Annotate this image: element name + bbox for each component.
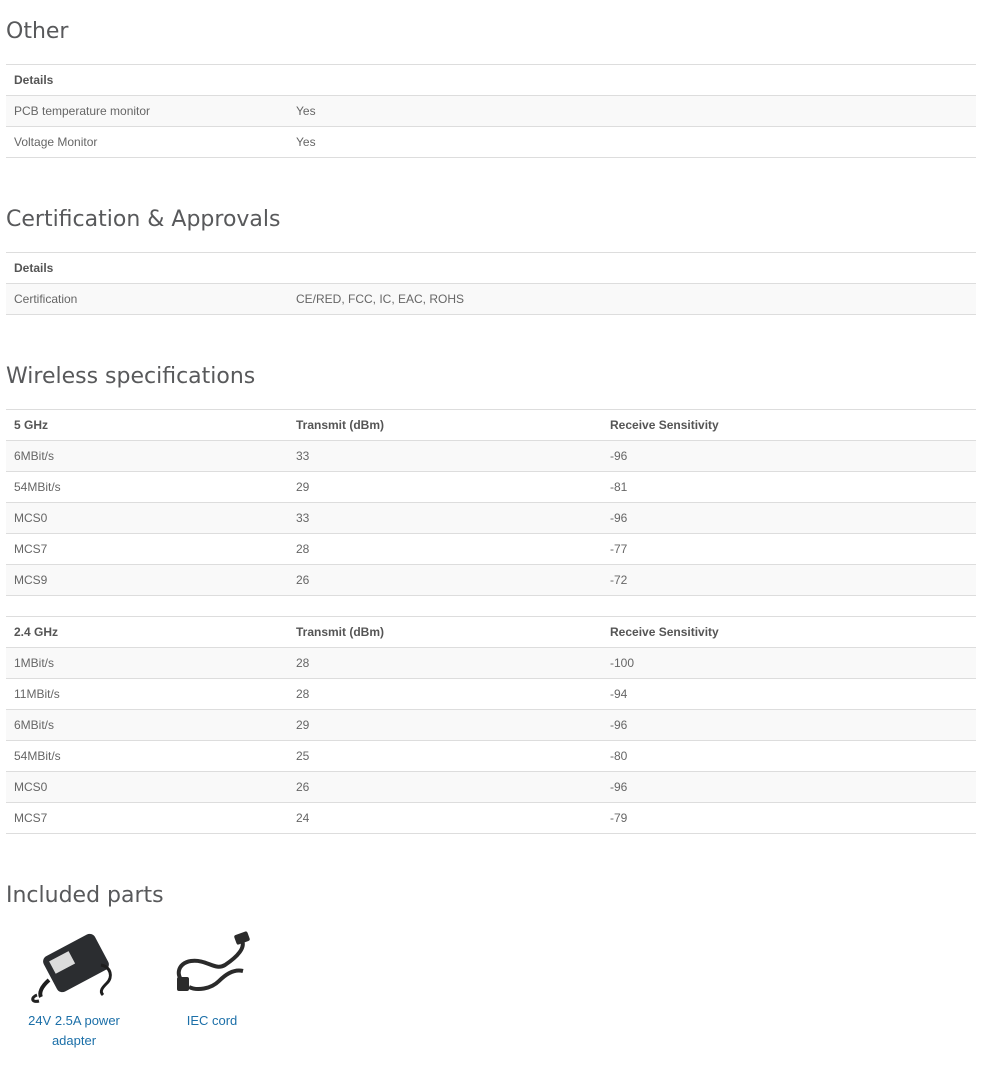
table-row: MCS9 26 -72 [6,564,976,596]
table-row: MCS7 24 -79 [6,802,976,834]
section-title-certification: Certification & Approvals [6,207,281,232]
rate-cell: MCS7 [6,802,288,834]
table-header-row: 5 GHz Transmit (dBm) Receive Sensitivity [6,409,976,441]
transmit-cell: 28 [288,647,602,679]
table-row: 11MBit/s 28 -94 [6,678,976,710]
section-title-other: Other [6,19,69,44]
rate-cell: 6MBit/s [6,709,288,741]
rate-cell: MCS0 [6,502,288,534]
sensitivity-cell: -96 [602,771,976,803]
certification-table: Details Certification CE/RED, FCC, IC, E… [6,252,976,315]
column-header-transmit: Transmit (dBm) [288,409,602,441]
table-header-row: 2.4 GHz Transmit (dBm) Receive Sensitivi… [6,616,976,648]
wireless-24ghz-table: 2.4 GHz Transmit (dBm) Receive Sensitivi… [6,616,976,834]
sensitivity-cell: -79 [602,802,976,834]
sensitivity-cell: -72 [602,564,976,596]
sensitivity-cell: -96 [602,502,976,534]
part-label: 24V 2.5A power adapter [28,1013,120,1048]
rate-cell: 54MBit/s [6,740,288,772]
transmit-cell: 26 [288,564,602,596]
part-label: IEC cord [186,1013,238,1028]
sensitivity-cell: -100 [602,647,976,679]
table-row: MCS0 26 -96 [6,771,976,803]
table-row: MCS0 33 -96 [6,502,976,534]
rate-cell: 54MBit/s [6,471,288,503]
power-adapter-icon [31,933,112,1003]
table-row: 6MBit/s 33 -96 [6,440,976,472]
table-row: Voltage Monitor Yes [6,126,976,158]
sensitivity-cell: -94 [602,678,976,710]
transmit-cell: 24 [288,802,602,834]
rate-cell: 11MBit/s [6,678,288,710]
sensitivity-cell: -96 [602,709,976,741]
transmit-cell: 33 [288,440,602,472]
table-row: PCB temperature monitor Yes [6,95,976,127]
part-iec-cord[interactable]: IEC cord [158,925,266,1031]
transmit-cell: 28 [288,678,602,710]
section-title-included-parts: Included parts [6,883,164,908]
table-header-row: Details [6,64,976,96]
sensitivity-cell: -96 [602,440,976,472]
table-header: Details [6,64,976,96]
power-cord-icon [176,931,250,991]
transmit-cell: 33 [288,502,602,534]
table-header: Details [6,252,976,284]
rate-cell: MCS7 [6,533,288,565]
transmit-cell: 25 [288,740,602,772]
rate-cell: MCS0 [6,771,288,803]
table-row: 6MBit/s 29 -96 [6,709,976,741]
column-header-transmit: Transmit (dBm) [288,616,602,648]
transmit-cell: 29 [288,709,602,741]
sensitivity-cell: -81 [602,471,976,503]
rate-cell: 6MBit/s [6,440,288,472]
table-row: MCS7 28 -77 [6,533,976,565]
rate-cell: 1MBit/s [6,647,288,679]
table-header-row: Details [6,252,976,284]
table-row: 54MBit/s 29 -81 [6,471,976,503]
column-header-band: 5 GHz [6,409,288,441]
rate-cell: MCS9 [6,564,288,596]
part-power-adapter[interactable]: 24V 2.5A power adapter [18,925,130,1051]
table-row: 54MBit/s 25 -80 [6,740,976,772]
transmit-cell: 29 [288,471,602,503]
transmit-cell: 28 [288,533,602,565]
row-value: Yes [288,126,976,158]
row-value: Yes [288,95,976,127]
table-row: Certification CE/RED, FCC, IC, EAC, ROHS [6,283,976,315]
table-row: 1MBit/s 28 -100 [6,647,976,679]
column-header-sensitivity: Receive Sensitivity [602,409,976,441]
column-header-band: 2.4 GHz [6,616,288,648]
sensitivity-cell: -77 [602,533,976,565]
transmit-cell: 26 [288,771,602,803]
row-value: CE/RED, FCC, IC, EAC, ROHS [288,283,976,315]
column-header-sensitivity: Receive Sensitivity [602,616,976,648]
row-label: PCB temperature monitor [6,95,288,127]
other-table: Details PCB temperature monitor Yes Volt… [6,64,976,158]
sensitivity-cell: -80 [602,740,976,772]
wireless-5ghz-table: 5 GHz Transmit (dBm) Receive Sensitivity… [6,409,976,596]
row-label: Certification [6,283,288,315]
row-label: Voltage Monitor [6,126,288,158]
section-title-wireless: Wireless specifications [6,364,256,389]
